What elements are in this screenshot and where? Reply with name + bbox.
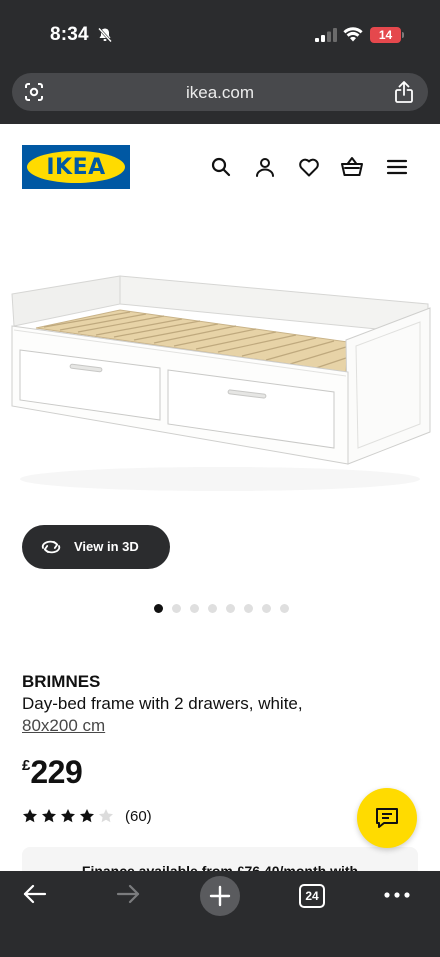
product-price: £229: [22, 754, 83, 791]
signal-icon: [315, 28, 337, 42]
chat-icon: [376, 808, 398, 828]
tabs-icon[interactable]: 24: [299, 884, 325, 908]
price-amount: 229: [30, 754, 83, 790]
star-filled-icon: [23, 809, 37, 823]
rotate-3d-icon: [41, 540, 61, 554]
bell-slash-icon: [98, 27, 112, 43]
gallery-dots: [154, 604, 289, 614]
address-bar[interactable]: ikea.com: [12, 73, 428, 111]
forward-arrow-icon[interactable]: [115, 881, 141, 907]
screen: 8:34 14 ikea.com IKEA View in 3D BRIMNES…: [0, 0, 440, 957]
account-icon[interactable]: [253, 155, 277, 179]
battery-icon: 14: [370, 27, 401, 43]
new-tab-button[interactable]: [200, 876, 240, 916]
rating-stars[interactable]: [22, 808, 114, 824]
star-empty-icon: [99, 809, 113, 823]
product-image[interactable]: [0, 264, 440, 524]
gallery-dot[interactable]: [172, 604, 181, 613]
share-icon[interactable]: [394, 81, 414, 103]
browser-address-area: ikea.com: [0, 66, 440, 124]
review-count[interactable]: (60): [125, 808, 152, 825]
url-text[interactable]: ikea.com: [12, 83, 428, 103]
battery-tip: [402, 32, 404, 38]
gallery-dot[interactable]: [262, 604, 271, 613]
gallery-dot[interactable]: [244, 604, 253, 613]
finance-banner[interactable]: Finance available from £76.40/month with: [22, 847, 418, 871]
web-page: IKEA View in 3D BRIMNES Day-bed frame wi…: [0, 124, 440, 871]
wifi-icon: [343, 27, 363, 42]
heart-icon[interactable]: [297, 155, 321, 179]
chat-button[interactable]: [357, 788, 417, 848]
view-in-3d-button[interactable]: View in 3D: [22, 525, 170, 569]
star-filled-icon: [80, 809, 94, 823]
star-filled-icon: [61, 809, 75, 823]
gallery-dot[interactable]: [154, 604, 163, 613]
ikea-logo[interactable]: IKEA: [22, 145, 130, 189]
product-description: Day-bed frame with 2 drawers, white,: [22, 694, 303, 713]
product-brand: BRIMNES: [22, 672, 101, 691]
finance-text: Finance available from £76.40/month with: [81, 863, 359, 871]
back-arrow-icon[interactable]: [22, 881, 48, 907]
gallery-dot[interactable]: [208, 604, 217, 613]
gallery-dot[interactable]: [226, 604, 235, 613]
product-size-link[interactable]: 80x200 cm: [22, 716, 105, 736]
status-time: 8:34: [50, 24, 89, 45]
menu-icon[interactable]: [385, 155, 409, 179]
search-icon[interactable]: [209, 155, 233, 179]
view-in-3d-label: View in 3D: [74, 539, 139, 554]
logo-text: IKEA: [46, 155, 106, 180]
price-currency: £: [22, 757, 31, 774]
status-bar: 8:34 14: [0, 0, 440, 66]
browser-toolbar: 24: [0, 871, 440, 957]
gallery-dot[interactable]: [280, 604, 289, 613]
more-icon[interactable]: [384, 891, 410, 899]
star-filled-icon: [42, 809, 56, 823]
new-tab-icon: [209, 885, 231, 907]
gallery-dot[interactable]: [190, 604, 199, 613]
basket-icon[interactable]: [340, 155, 364, 179]
